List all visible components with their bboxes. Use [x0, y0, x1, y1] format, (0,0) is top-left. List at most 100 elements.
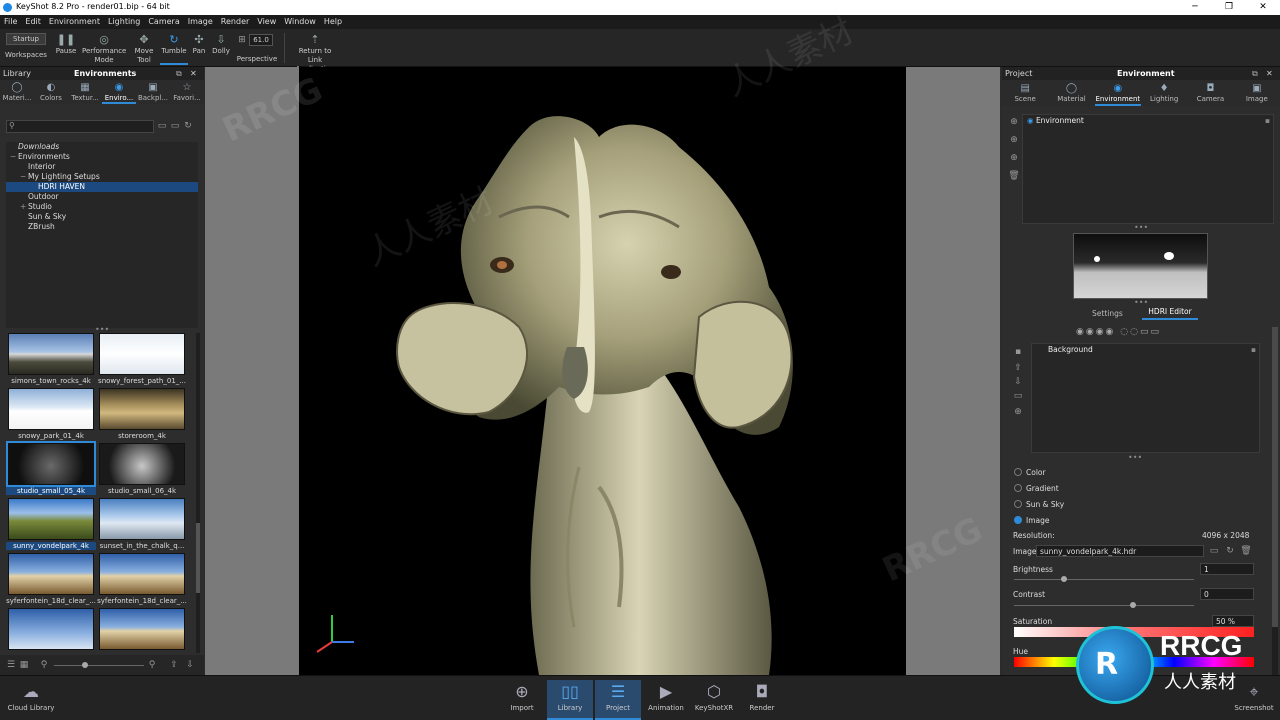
radio-color[interactable]: Color	[1014, 468, 1046, 477]
tree-expander-icon[interactable]: −	[20, 172, 28, 182]
perspective-control[interactable]: ⊞ 61.0 Perspective	[235, 31, 279, 65]
environment-thumbnail[interactable]	[8, 388, 94, 430]
environment-thumbnail[interactable]	[99, 608, 185, 650]
thumbnail-size-knob[interactable]	[82, 662, 88, 668]
tree-item[interactable]: Outdoor	[6, 192, 198, 202]
menu-render[interactable]: Render	[217, 15, 253, 29]
radio-image[interactable]: Image	[1014, 516, 1050, 525]
tab-lighting[interactable]: ♦ Lighting	[1141, 80, 1187, 106]
saturation-input[interactable]: 50 %	[1212, 615, 1254, 627]
refresh-icon[interactable]: ↻	[1224, 545, 1236, 557]
performance-mode-button[interactable]: ◎ Performance Mode	[82, 31, 126, 65]
radio-gradient[interactable]: Gradient	[1014, 484, 1059, 493]
menu-edit[interactable]: Edit	[21, 15, 45, 29]
environment-thumbnail[interactable]	[8, 498, 94, 540]
project-button[interactable]: ☰ Project	[595, 680, 641, 720]
tree-expander-icon[interactable]: +	[20, 202, 28, 212]
tab-textures[interactable]: ▦ Textur...	[68, 80, 102, 104]
tree-item[interactable]: Interior	[6, 162, 198, 172]
environment-thumbnail[interactable]	[99, 553, 185, 595]
environment-thumbnail[interactable]	[6, 441, 96, 487]
tree-item[interactable]: − My Lighting Setups	[6, 172, 198, 182]
upload-icon[interactable]: ⇪	[168, 659, 180, 671]
menu-help[interactable]: Help	[320, 15, 346, 29]
screenshot-button[interactable]: ⌖ Screenshot	[1230, 680, 1278, 720]
tree-item[interactable]: Downloads	[6, 142, 198, 152]
add-layer-icon[interactable]: ▪	[1012, 346, 1024, 358]
library-search-input[interactable]: ⚲	[6, 120, 154, 133]
tree-item[interactable]: Sun & Sky	[6, 212, 198, 222]
keyshotxr-button[interactable]: ⬡ KeyShotXR	[691, 680, 737, 720]
animation-button[interactable]: ▶ Animation	[643, 680, 689, 720]
environment-thumbnail[interactable]	[99, 498, 185, 540]
workspace-dropdown[interactable]: Startup	[6, 33, 46, 45]
tree-expander-icon[interactable]: −	[10, 152, 18, 162]
contrast-knob[interactable]	[1130, 602, 1136, 608]
target-icon[interactable]: ⊕	[1012, 406, 1024, 418]
tab-hdri-editor[interactable]: HDRI Editor	[1142, 307, 1198, 320]
minimize-button[interactable]: ─	[1178, 0, 1212, 15]
list-view-icon[interactable]: ☰	[5, 659, 17, 671]
refresh-icon[interactable]: ↻	[182, 120, 194, 132]
environment-thumbnail[interactable]	[8, 553, 94, 595]
tab-environments[interactable]: ◉ Enviro...	[102, 80, 136, 104]
resize-handle[interactable]: •••	[1134, 223, 1148, 232]
menu-view[interactable]: View	[253, 15, 280, 29]
tab-material[interactable]: ◯ Material	[1048, 80, 1094, 106]
pan-button[interactable]: ✣ Pan	[190, 31, 208, 65]
folder-icon[interactable]: ▭	[169, 120, 181, 132]
brightness-knob[interactable]	[1061, 576, 1067, 582]
folder-icon[interactable]: ▭	[1208, 545, 1220, 557]
environment-thumbnail[interactable]	[8, 608, 94, 650]
tab-image[interactable]: ▣ Image	[1234, 80, 1280, 106]
save-environment-icon[interactable]: ⊕	[1008, 152, 1020, 164]
environment-thumbnail[interactable]	[99, 333, 185, 375]
environment-thumbnail[interactable]	[99, 443, 185, 485]
menu-file[interactable]: File	[0, 15, 21, 29]
tab-settings[interactable]: Settings	[1092, 309, 1123, 318]
hdri-tool-icons[interactable]: ◉◉◉◉ ◌◌▭▭	[1076, 327, 1161, 337]
duplicate-icon[interactable]: ⊕	[1008, 134, 1020, 146]
menu-camera[interactable]: Camera	[144, 15, 183, 29]
render-button[interactable]: ◘ Render	[739, 680, 785, 720]
close-window-button[interactable]: ✕	[1246, 0, 1280, 15]
brightness-input[interactable]: 1	[1200, 563, 1254, 575]
zoom-out-icon[interactable]: ⚲	[38, 659, 50, 671]
workspaces-control[interactable]: Startup Workspaces	[4, 31, 48, 65]
tab-colors[interactable]: ◐ Colors	[34, 80, 68, 104]
tab-scene[interactable]: ▤ Scene	[1002, 80, 1048, 106]
restore-button[interactable]: ❐	[1212, 0, 1246, 15]
resize-handle[interactable]: •••	[1134, 298, 1148, 307]
tab-camera[interactable]: ◘ Camera	[1187, 80, 1233, 106]
tree-item[interactable]: HDRI HAVEN	[6, 182, 198, 192]
lock-icon[interactable]: ▪	[1251, 344, 1256, 355]
import-button[interactable]: ⊕ Import	[499, 680, 545, 720]
lock-icon[interactable]: ▪	[1265, 115, 1270, 126]
cloud-library-button[interactable]: ☁ Cloud Library	[6, 680, 56, 720]
menu-environment[interactable]: Environment	[45, 15, 104, 29]
close-panel-icon[interactable]: ✕	[190, 67, 197, 80]
delete-icon[interactable]: 🗑	[1240, 545, 1252, 557]
brightness-slider[interactable]	[1014, 579, 1194, 580]
undock-icon[interactable]: ⧉	[1252, 67, 1258, 80]
environment-thumbnail[interactable]	[99, 388, 185, 430]
download-icon[interactable]: ⇩	[184, 659, 196, 671]
tree-item[interactable]: ZBrush	[6, 222, 198, 232]
tab-backplates[interactable]: ▣ Backpl...	[136, 80, 170, 104]
image-file-field[interactable]: sunny_vondelpark_4k.hdr	[1036, 545, 1204, 557]
menu-image[interactable]: Image	[184, 15, 217, 29]
tumble-button[interactable]: ↻ Tumble	[160, 31, 188, 65]
folder-add-icon[interactable]: ▭	[156, 120, 168, 132]
move-tool-button[interactable]: ✥ Move Tool	[131, 31, 157, 65]
hdri-preview[interactable]	[1073, 233, 1208, 299]
thumbnail-size-slider[interactable]	[54, 665, 144, 666]
grid-view-icon[interactable]: ▦	[18, 659, 30, 671]
background-layer-item[interactable]: Background ▪	[1032, 344, 1259, 355]
tree-item[interactable]: + Studio	[6, 202, 198, 212]
close-panel-icon[interactable]: ✕	[1266, 67, 1273, 80]
library-button[interactable]: ▯▯ Library	[547, 680, 593, 720]
dolly-button[interactable]: ⇩ Dolly	[210, 31, 232, 65]
delete-icon[interactable]: 🗑	[1008, 170, 1020, 182]
contrast-input[interactable]: 0	[1200, 588, 1254, 600]
add-environment-icon[interactable]: ⊕	[1008, 116, 1020, 128]
